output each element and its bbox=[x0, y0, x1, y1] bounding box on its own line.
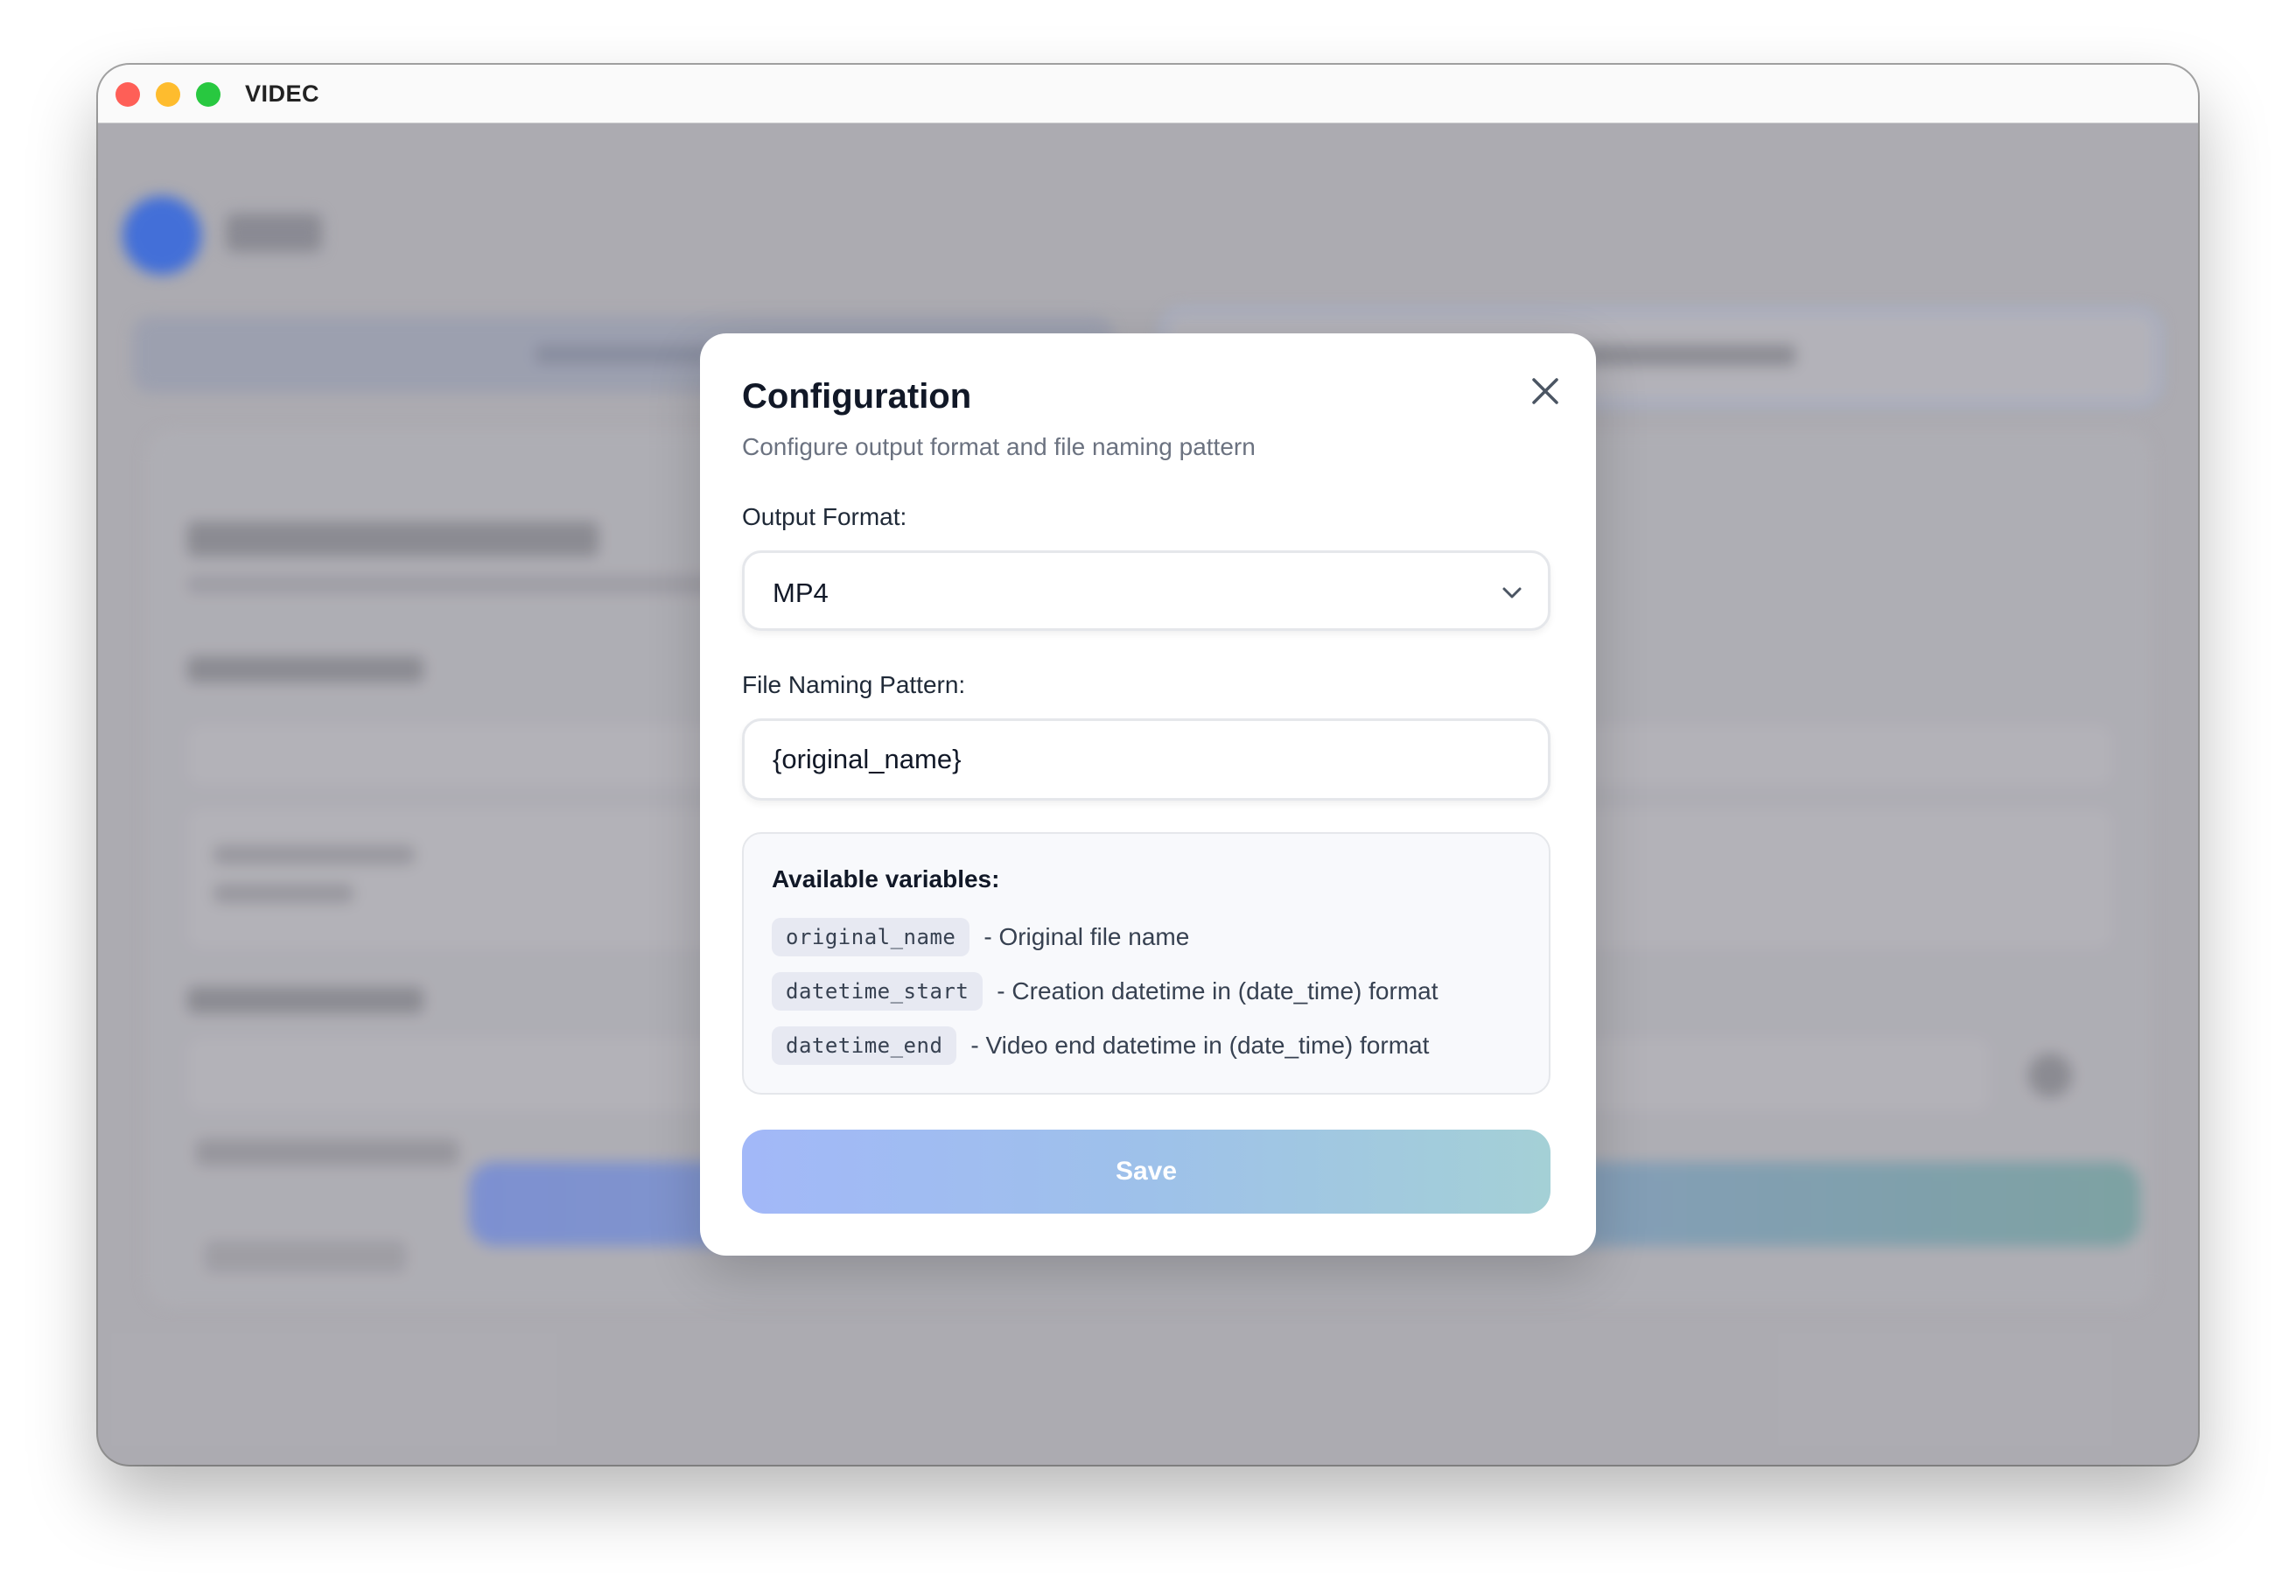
variable-description: - Creation datetime in (date_time) forma… bbox=[997, 977, 1438, 1004]
variable-description: - Video end datetime in (date_time) form… bbox=[970, 1032, 1430, 1059]
dialog-subtitle: Configure output format and file naming … bbox=[742, 433, 1256, 460]
minimize-window-button[interactable] bbox=[156, 82, 180, 107]
maximize-window-button[interactable] bbox=[196, 82, 220, 107]
variables-title: Available variables: bbox=[772, 865, 1000, 892]
variable-description: - Original file name bbox=[984, 923, 1190, 950]
variable-row: datetime_end - Video end datetime in (da… bbox=[772, 1026, 1429, 1065]
chevron-down-icon bbox=[1502, 587, 1522, 598]
variable-code: datetime_end bbox=[772, 1026, 957, 1065]
variable-code: datetime_start bbox=[772, 972, 984, 1011]
close-window-button[interactable] bbox=[116, 82, 140, 107]
window-title: VIDEC bbox=[245, 80, 320, 107]
dialog-title: Configuration bbox=[742, 377, 972, 416]
naming-pattern-input[interactable]: {original_name} bbox=[742, 718, 1550, 801]
output-format-label: Output Format: bbox=[742, 503, 907, 530]
configuration-dialog: Configuration Configure output format an… bbox=[700, 333, 1596, 1256]
naming-pattern-label: File Naming Pattern: bbox=[742, 671, 966, 698]
output-format-value: MP4 bbox=[773, 578, 829, 608]
available-variables-panel: Available variables: original_name - Ori… bbox=[742, 832, 1550, 1095]
title-bar: VIDEC bbox=[98, 65, 2198, 123]
close-dialog-button[interactable] bbox=[1522, 368, 1568, 414]
variable-code: original_name bbox=[772, 918, 970, 956]
close-icon bbox=[1532, 378, 1558, 404]
output-format-select[interactable]: MP4 bbox=[742, 550, 1550, 631]
save-button[interactable]: Save bbox=[742, 1130, 1550, 1214]
variable-row: original_name - Original file name bbox=[772, 918, 1189, 956]
variable-row: datetime_start - Creation datetime in (d… bbox=[772, 972, 1438, 1011]
